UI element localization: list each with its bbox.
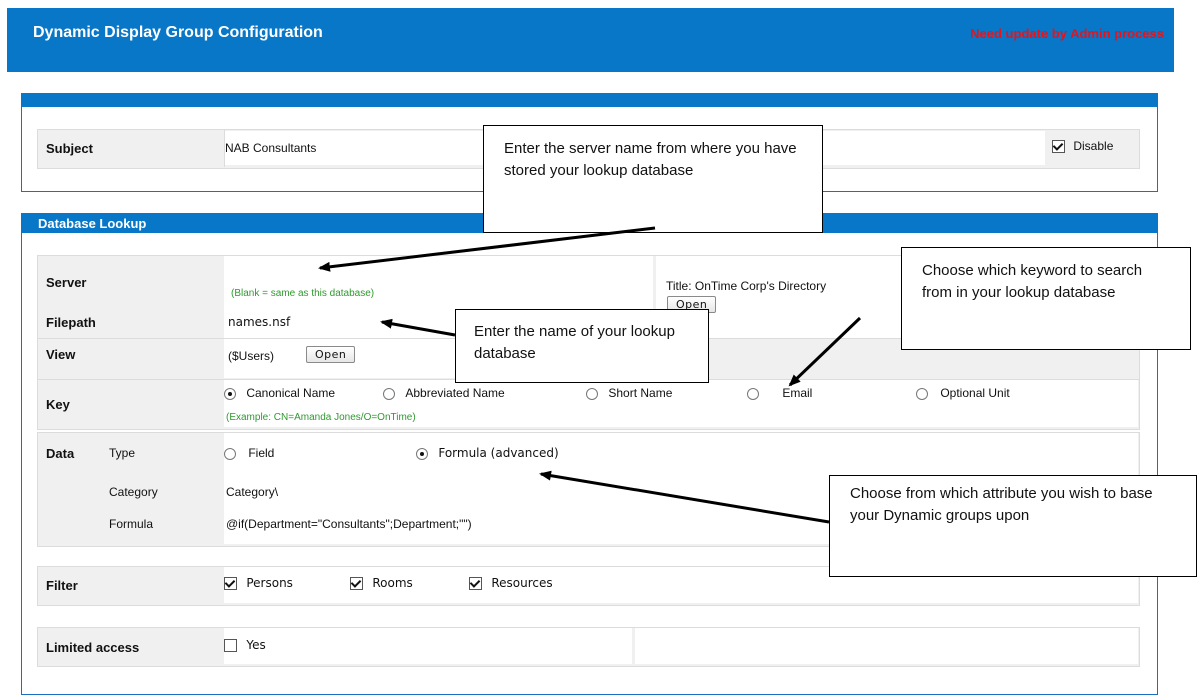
arrow-attribute [539, 470, 830, 524]
arrow-keyword [788, 316, 862, 387]
callout-arrows [318, 226, 862, 524]
arrow-filepath [380, 318, 456, 337]
arrow-server [318, 226, 656, 272]
